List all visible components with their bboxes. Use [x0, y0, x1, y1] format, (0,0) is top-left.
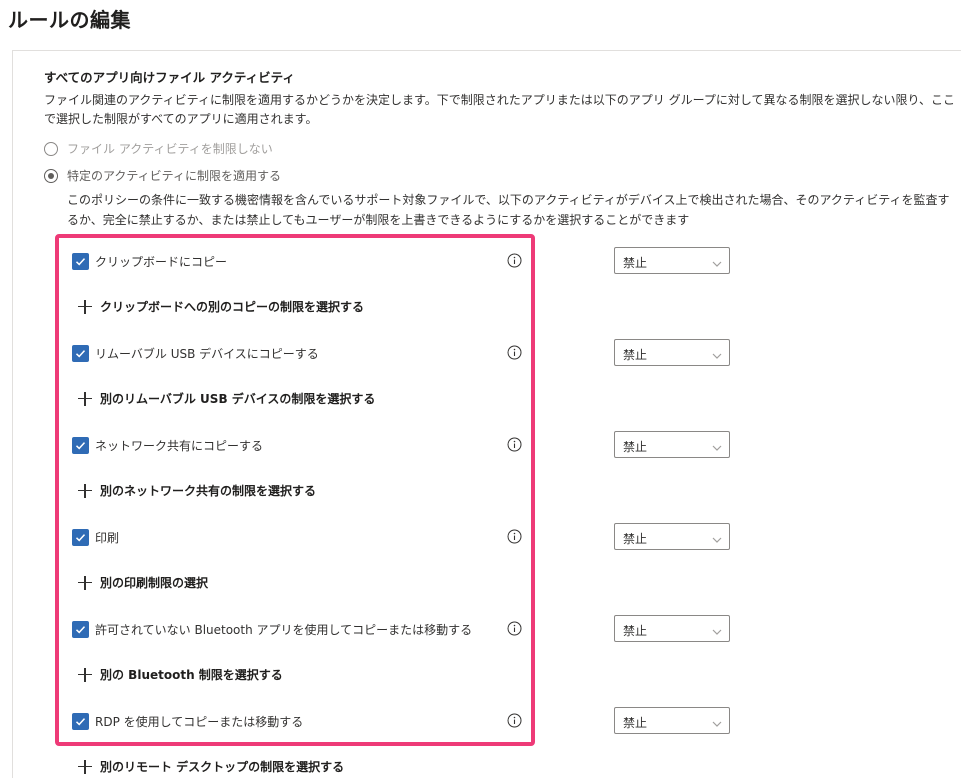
chevron-down-icon: [712, 533, 722, 543]
plus-icon: [78, 575, 92, 590]
add-restriction-button[interactable]: 別のネットワーク共有の制限を選択する: [78, 482, 316, 499]
activity-checkbox[interactable]: [72, 620, 89, 638]
chevron-down-icon: [712, 441, 722, 451]
chevron-down-icon: [712, 717, 722, 727]
section-heading: すべてのアプリ向けファイル アクティビティ: [44, 70, 295, 85]
activity-label: 許可されていない Bluetooth アプリを使用してコピーまたは移動する: [95, 622, 473, 637]
activity-label: 印刷: [95, 530, 120, 545]
add-restriction-label: 別のリモート デスクトップの制限を選択する: [100, 760, 345, 774]
dropdown-value: 禁止: [623, 440, 648, 454]
action-dropdown[interactable]: 禁止: [614, 247, 730, 274]
info-icon[interactable]: [507, 713, 522, 728]
activity-row: 印刷: [72, 527, 522, 547]
action-dropdown[interactable]: 禁止: [614, 339, 730, 366]
panel-border: [12, 50, 13, 778]
activity-checkbox[interactable]: [72, 528, 89, 546]
activity-checkbox[interactable]: [72, 344, 89, 362]
activity-row: RDP を使用してコピーまたは移動する: [72, 711, 522, 731]
add-restriction-label: 別の Bluetooth 制限を選択する: [100, 668, 283, 682]
activity-checkbox[interactable]: [72, 436, 89, 454]
activity-row: クリップボードにコピー: [72, 251, 522, 271]
dropdown-value: 禁止: [623, 348, 648, 362]
radio-button[interactable]: [44, 141, 58, 156]
add-restriction-button[interactable]: 別の Bluetooth 制限を選択する: [78, 666, 283, 683]
add-restriction-label: 別のリムーバブル USB デバイスの制限を選択する: [100, 392, 376, 406]
plus-icon: [78, 667, 92, 682]
dropdown-value: 禁止: [623, 716, 648, 730]
panel-divider: [12, 50, 961, 51]
radio-label: ファイル アクティビティを制限しない: [67, 142, 273, 156]
action-dropdown[interactable]: 禁止: [614, 523, 730, 550]
action-dropdown[interactable]: 禁止: [614, 707, 730, 734]
page-title: ルールの編集: [8, 8, 131, 32]
plus-icon: [78, 759, 92, 774]
radio-button[interactable]: [44, 168, 58, 183]
add-restriction-button[interactable]: 別の印刷制限の選択: [78, 574, 208, 591]
plus-icon: [78, 483, 92, 498]
add-restriction-label: 別のネットワーク共有の制限を選択する: [100, 484, 317, 498]
activity-checkbox[interactable]: [72, 252, 89, 270]
radio-label: 特定のアクティビティに制限を適用する: [67, 169, 281, 183]
plus-icon: [78, 391, 92, 406]
info-icon[interactable]: [507, 621, 522, 636]
activity-checkbox[interactable]: [72, 712, 89, 730]
activity-row: ネットワーク共有にコピーする: [72, 435, 522, 455]
info-icon[interactable]: [507, 529, 522, 544]
radio-no-restriction[interactable]: ファイル アクティビティを制限しない: [44, 140, 273, 157]
info-icon[interactable]: [507, 345, 522, 360]
add-restriction-button[interactable]: 別のリモート デスクトップの制限を選択する: [78, 758, 344, 775]
add-restriction-button[interactable]: クリップボードへの別のコピーの制限を選択する: [78, 298, 364, 315]
add-restriction-label: 別の印刷制限の選択: [100, 576, 209, 590]
restrict-description: このポリシーの条件に一致する機密情報を含んでいるサポート対象ファイルで、以下のア…: [67, 193, 950, 227]
info-icon[interactable]: [507, 253, 522, 268]
activity-label: ネットワーク共有にコピーする: [95, 438, 264, 453]
action-dropdown[interactable]: 禁止: [614, 615, 730, 642]
dropdown-value: 禁止: [623, 532, 648, 546]
activity-label: クリップボードにコピー: [95, 254, 228, 269]
radio-restrict-specific[interactable]: 特定のアクティビティに制限を適用する: [44, 167, 281, 184]
activity-label: リムーバブル USB デバイスにコピーする: [95, 346, 319, 361]
add-restriction-button[interactable]: 別のリムーバブル USB デバイスの制限を選択する: [78, 390, 375, 407]
plus-icon: [78, 299, 92, 314]
activity-row: 許可されていない Bluetooth アプリを使用してコピーまたは移動する: [72, 619, 522, 639]
dropdown-value: 禁止: [623, 256, 648, 270]
activity-row: リムーバブル USB デバイスにコピーする: [72, 343, 522, 363]
chevron-down-icon: [712, 625, 722, 635]
action-dropdown[interactable]: 禁止: [614, 431, 730, 458]
chevron-down-icon: [712, 349, 722, 359]
info-icon[interactable]: [507, 437, 522, 452]
activity-label: RDP を使用してコピーまたは移動する: [95, 714, 304, 729]
add-restriction-label: クリップボードへの別のコピーの制限を選択する: [100, 300, 365, 314]
chevron-down-icon: [712, 257, 722, 267]
section-description: ファイル関連のアクティビティに制限を適用するかどうかを決定します。下で制限された…: [44, 93, 956, 126]
dropdown-value: 禁止: [623, 624, 648, 638]
